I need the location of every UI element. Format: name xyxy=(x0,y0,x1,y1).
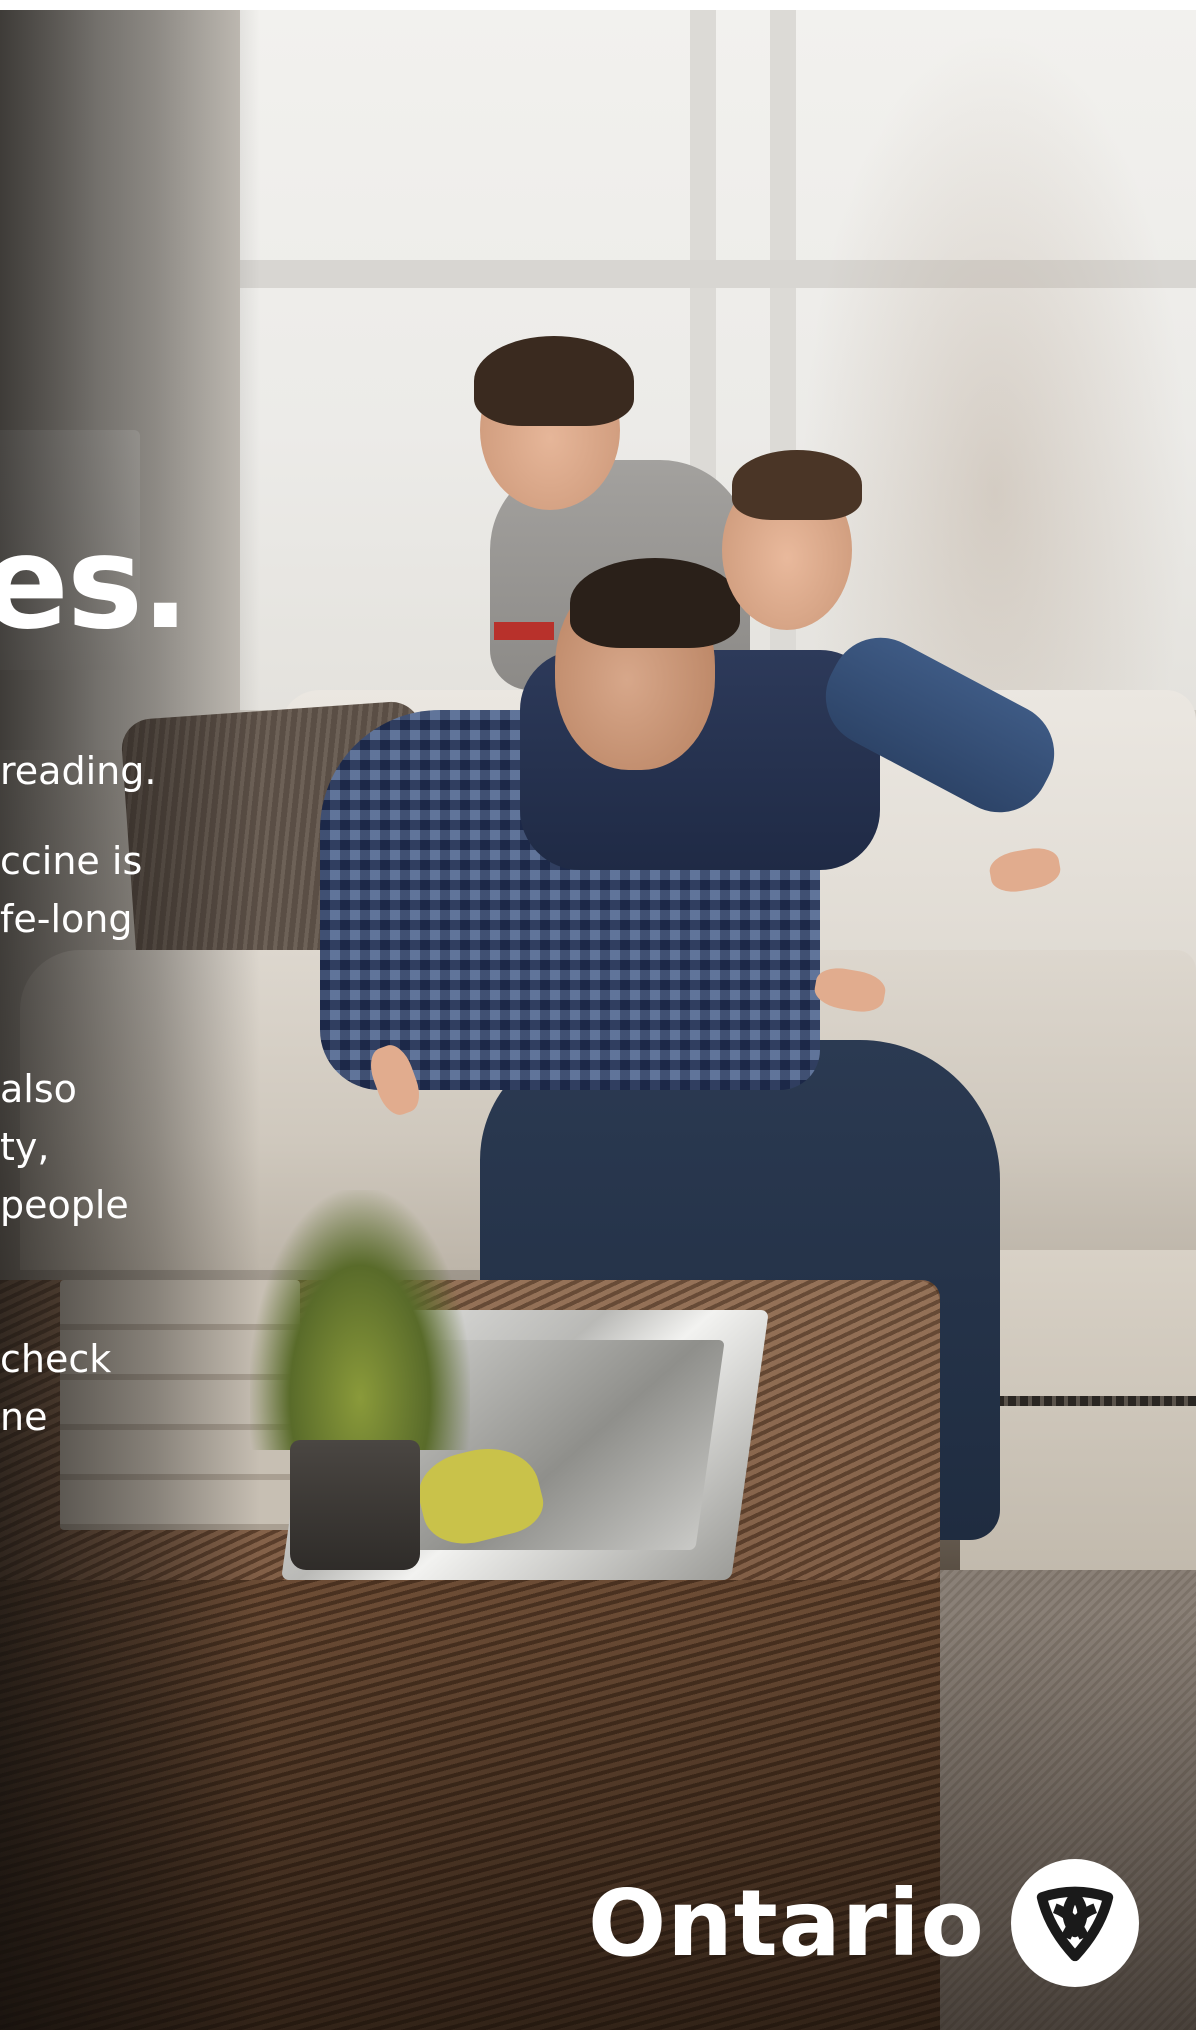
headline: es. xyxy=(0,509,190,658)
trees xyxy=(800,30,1190,690)
plant xyxy=(250,1190,470,1450)
sweater-stripe xyxy=(494,622,554,640)
ontario-wordmark: Ontario xyxy=(588,1869,985,1977)
body-paragraph-1: reading. xyxy=(0,742,156,800)
ontario-brand: Ontario xyxy=(588,1858,1139,1988)
plant-pot xyxy=(290,1440,420,1570)
boy-hair xyxy=(732,450,862,520)
body-line: ne xyxy=(0,1395,48,1439)
body-line: people xyxy=(0,1183,129,1227)
body-line: reading. xyxy=(0,749,157,793)
body-line: fe-long xyxy=(0,897,133,941)
body-line: ty, xyxy=(0,1125,50,1169)
boy-hair xyxy=(474,336,634,426)
body-paragraph-3: also ty, people xyxy=(0,1060,129,1234)
body-line: ccine is xyxy=(0,839,143,883)
trillium-logo-icon xyxy=(1036,1886,1114,1962)
poster: es. reading. ccine is fe-long also ty, p… xyxy=(0,0,1200,2030)
body-paragraph-4: check ne xyxy=(0,1330,111,1446)
body-paragraph-2: ccine is fe-long xyxy=(0,832,142,948)
family-photo xyxy=(0,10,1196,2030)
man-hair xyxy=(570,558,740,648)
body-line: check xyxy=(0,1337,112,1381)
trillium-logo-icon xyxy=(1010,1859,1139,1987)
body-line: also xyxy=(0,1067,77,1111)
